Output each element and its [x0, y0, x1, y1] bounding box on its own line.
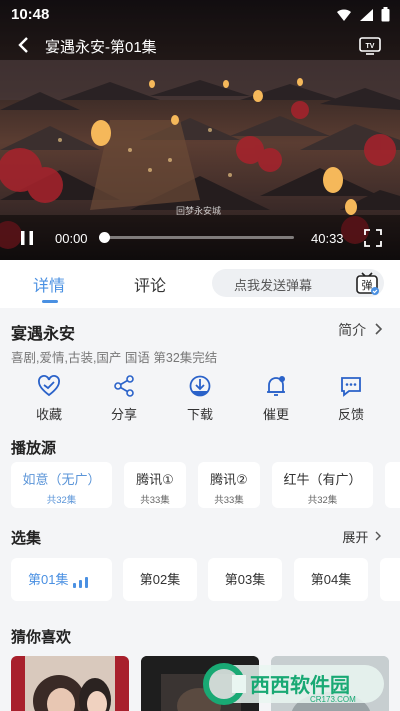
action-row: 收藏 分享 下载 催更 反馈 [0, 372, 400, 428]
detail-tabs: 详情 评论 点我发送弹幕 弹 [0, 260, 400, 308]
intro-button[interactable]: 简介 [338, 320, 384, 340]
status-bar: 10:48 [0, 0, 400, 30]
video-title: 宴遇永安-第01集 [45, 39, 157, 56]
source-name: 红牛（有广） [283, 472, 362, 487]
signal-icon [360, 8, 373, 21]
danmu-input[interactable]: 点我发送弹幕 弹 [212, 269, 384, 297]
show-title: 宴遇永安 [11, 326, 76, 343]
current-time: 00:00 [55, 231, 88, 246]
detail-content: 宴遇永安 简介 喜剧,爱情,古装,国产 国语 第32集完结 收藏 分享 下载 催… [0, 308, 400, 711]
episode-label: 第04集 [310, 572, 352, 587]
download-button[interactable]: 下载 [170, 372, 230, 423]
svg-text:TV: TV [366, 43, 375, 50]
battery-icon [381, 7, 390, 22]
share-label: 分享 [110, 407, 137, 422]
episode-item[interactable]: 第02集 [123, 558, 197, 601]
episode-item[interactable]: 第01集 [11, 558, 112, 601]
sources-title: 播放源 [11, 440, 57, 457]
svg-text:西西软件园: 西西软件园 [250, 673, 350, 697]
source-name: 如意（无广） [22, 472, 101, 487]
expand-label: 展开 [342, 530, 369, 545]
back-arrow-icon[interactable] [14, 34, 36, 56]
download-label: 下载 [186, 407, 213, 422]
progress-thumb[interactable] [99, 232, 110, 243]
expand-button[interactable]: 展开 [342, 527, 384, 546]
favorite-button[interactable]: 收藏 [19, 372, 79, 423]
video-player[interactable]: 10:48 宴遇永安-第01集 TV 回梦永安城 00:00 40:33 [0, 0, 400, 260]
source-count: 共33集 [140, 495, 170, 506]
tv-cast-icon[interactable]: TV [358, 34, 382, 56]
fullscreen-icon[interactable] [364, 229, 382, 247]
source-item-partial[interactable] [385, 462, 400, 508]
source-item[interactable]: 腾讯② 共33集 [198, 462, 260, 508]
pause-icon[interactable] [18, 229, 36, 247]
playing-indicator-icon [73, 577, 88, 588]
source-name: 腾讯② [210, 472, 248, 487]
episode-label: 第02集 [139, 572, 181, 587]
show-meta: 喜剧,爱情,古装,国产 国语 第32集完结 [11, 351, 218, 365]
remind-button[interactable]: 催更 [246, 372, 306, 423]
recommend-poster[interactable] [11, 656, 129, 711]
danmu-toggle-icon[interactable]: 弹 [353, 269, 381, 297]
site-domain: CR173.COM [310, 695, 356, 704]
heart-icon [38, 375, 60, 397]
source-list: 如意（无广） 共32集 腾讯① 共33集 腾讯② 共33集 红牛（有广） 共32… [11, 462, 400, 510]
bell-icon [267, 376, 285, 396]
source-item[interactable]: 红牛（有广） 共32集 [272, 462, 373, 508]
feedback-label: 反馈 [337, 407, 364, 422]
player-title-bar: 宴遇永安-第01集 TV [0, 30, 400, 60]
episode-item[interactable]: 第03集 [208, 558, 282, 601]
source-item[interactable]: 如意（无广） 共32集 [11, 462, 112, 508]
feedback-icon [341, 377, 361, 397]
wifi-icon [337, 8, 351, 21]
source-item[interactable]: 腾讯① 共33集 [124, 462, 186, 508]
share-button[interactable]: 分享 [94, 372, 154, 423]
total-time: 40:33 [311, 231, 344, 246]
tab-active-indicator [42, 300, 58, 303]
download-icon [189, 375, 211, 397]
tab-comment[interactable]: 评论 [134, 272, 166, 296]
recommend-title: 猜你喜欢 [11, 629, 72, 646]
episode-item[interactable]: 第04集 [294, 558, 368, 601]
player-controls: 00:00 40:33 [0, 224, 400, 252]
status-time: 10:48 [11, 6, 50, 23]
intro-label: 简介 [338, 322, 367, 338]
favorite-label: 收藏 [35, 407, 62, 422]
source-count: 共33集 [214, 495, 244, 506]
progress-bar[interactable] [99, 232, 294, 243]
video-watermark: 回梦永安城 [176, 206, 222, 216]
episode-list: 第01集 第02集 第03集 第04集 [11, 558, 400, 602]
share-icon [114, 375, 134, 397]
status-icons [337, 7, 390, 22]
danmu-icon-label: 弹 [362, 278, 373, 292]
episode-item-partial[interactable] [380, 558, 400, 601]
remind-label: 催更 [262, 407, 289, 422]
poster-image [11, 656, 129, 711]
tab-detail[interactable]: 详情 [33, 272, 65, 296]
danmu-placeholder: 点我发送弹幕 [234, 278, 313, 293]
site-logo: 西西软件园 CR173.COM [203, 663, 384, 705]
episode-label: 第01集 [28, 572, 69, 587]
feedback-button[interactable]: 反馈 [321, 372, 381, 423]
chevron-right-icon [375, 323, 383, 335]
source-count: 共32集 [307, 495, 338, 506]
source-count: 共32集 [46, 495, 77, 506]
chevron-right-icon [375, 531, 381, 541]
episode-label: 第03集 [224, 572, 266, 587]
source-name: 腾讯① [136, 472, 174, 487]
episodes-title: 选集 [11, 530, 42, 547]
